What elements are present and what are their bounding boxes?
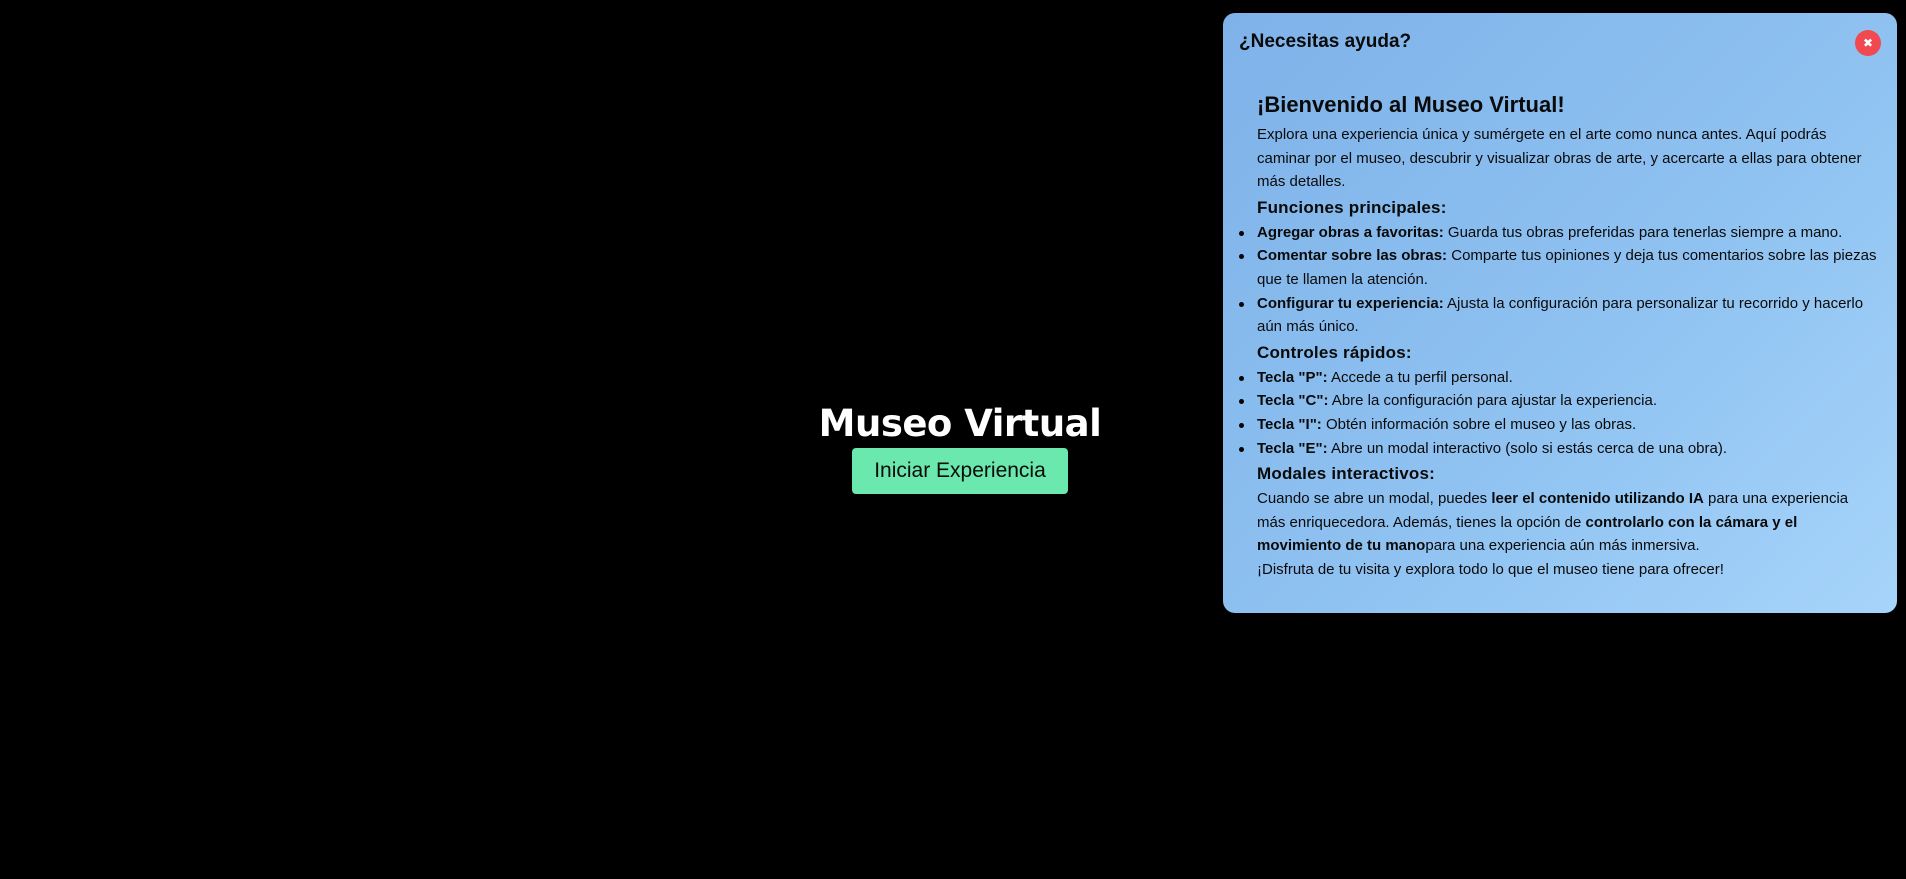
museum-canvas[interactable]: Museo Virtual Iniciar Experiencia ¿Neces…: [0, 0, 1906, 879]
control-text: Obtén información sobre el museo y las o…: [1321, 415, 1637, 433]
list-item: Tecla "I": Obtén información sobre el mu…: [1239, 413, 1877, 437]
modals-text: para una experiencia aún más inmersiva.: [1425, 537, 1700, 555]
control-text: Abre un modal interactivo (solo si estás…: [1327, 439, 1728, 457]
list-item: Tecla "C": Abre la configuración para aj…: [1239, 389, 1877, 413]
control-key: Tecla "E":: [1257, 439, 1328, 457]
modals-paragraph: Cuando se abre un modal, puedes leer el …: [1257, 487, 1877, 558]
welcome-title: ¡Bienvenido al Museo Virtual!: [1257, 92, 1565, 117]
help-panel: ¿Necesitas ayuda? ✖ ¡Bienvenido al Museo…: [1223, 13, 1897, 613]
control-key: Tecla "C":: [1257, 392, 1329, 410]
list-item: Comentar sobre las obras: Comparte tus o…: [1239, 244, 1877, 291]
feature-text: Guarda tus obras preferidas para tenerla…: [1443, 223, 1843, 241]
control-text: Accede a tu perfil personal.: [1327, 368, 1513, 386]
control-key: Tecla "P":: [1257, 368, 1328, 386]
controls-title: Controles rápidos:: [1257, 342, 1412, 362]
app-title: Museo Virtual: [818, 402, 1102, 445]
features-title: Funciones principales:: [1257, 197, 1447, 217]
help-panel-title: ¿Necesitas ayuda?: [1239, 31, 1412, 52]
feature-label: Comentar sobre las obras:: [1257, 247, 1448, 265]
start-experience-button[interactable]: Iniciar Experiencia: [852, 448, 1068, 494]
help-content: ¡Bienvenido al Museo Virtual! Explora un…: [1239, 91, 1877, 582]
features-list: Agregar obras a favoritas: Guarda tus ob…: [1239, 221, 1877, 339]
modals-title: Modales interactivos:: [1257, 464, 1436, 484]
control-text: Abre la configuración para ajustar la ex…: [1328, 392, 1657, 410]
modals-highlight: leer el contenido utilizando IA: [1491, 490, 1704, 508]
hero: Museo Virtual Iniciar Experiencia: [790, 400, 1130, 494]
list-item: Configurar tu experiencia: Ajusta la con…: [1239, 292, 1877, 339]
list-item: Tecla "E": Abre un modal interactivo (so…: [1239, 437, 1877, 461]
control-key: Tecla "I":: [1257, 415, 1322, 433]
list-item: Tecla "P": Accede a tu perfil personal.: [1239, 366, 1877, 390]
closing-text: ¡Disfruta de tu visita y explora todo lo…: [1257, 560, 1724, 578]
controls-list: Tecla "P": Accede a tu perfil personal. …: [1239, 366, 1877, 461]
list-item: Agregar obras a favoritas: Guarda tus ob…: [1239, 221, 1877, 245]
intro-paragraph: Explora una experiencia única y sumérget…: [1257, 126, 1862, 191]
modals-text: Cuando se abre un modal, puedes: [1257, 490, 1492, 508]
feature-label: Agregar obras a favoritas:: [1257, 223, 1444, 241]
close-icon[interactable]: ✖: [1855, 30, 1881, 56]
feature-label: Configurar tu experiencia:: [1257, 294, 1444, 312]
